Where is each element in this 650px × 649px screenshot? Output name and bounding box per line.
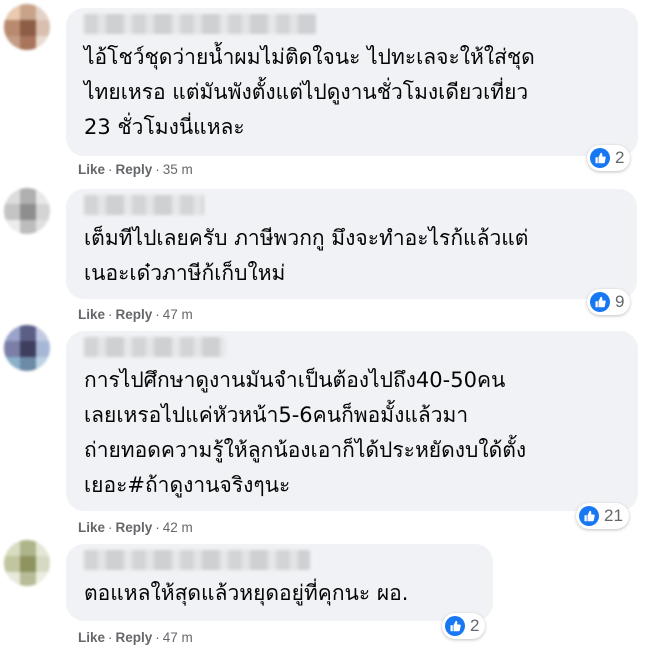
like-reaction-icon [590, 148, 610, 168]
timestamp[interactable]: 42 m [163, 520, 193, 535]
commenter-name-blurred[interactable] [84, 14, 316, 34]
commenter-name-blurred[interactable] [84, 195, 204, 215]
like-link[interactable]: Like [78, 307, 105, 322]
like-link[interactable]: Like [78, 162, 105, 177]
like-reaction-icon [579, 506, 599, 526]
avatar[interactable] [4, 4, 50, 50]
comment-bubble: ไอ้โชว์ชุดว่ายน้ำผมไม่ติดใจนะ ไปทะเลจะให… [66, 8, 638, 156]
reaction-count: 9 [615, 292, 625, 311]
like-reaction-icon [590, 292, 610, 312]
avatar[interactable] [4, 325, 50, 371]
reaction-count-badge[interactable]: 21 [576, 503, 629, 529]
comment-bubble: เต็มทีไปเลยครับ ภาษีพวกกู มึงจะทำอะไรก้แ… [66, 189, 637, 299]
commenter-name-blurred[interactable] [84, 337, 226, 357]
reaction-count-badge[interactable]: 9 [587, 289, 631, 315]
timestamp[interactable]: 47 m [163, 307, 193, 322]
comment-text: การไปศึกษาดูงานมันจำเป็นต้องไปถึง40-50คน… [84, 368, 527, 497]
reply-link[interactable]: Reply [116, 307, 153, 322]
comment-text: ตอแหลให้สุดแล้วหยุดอยู่ที่คุกนะ ผอ. [84, 581, 409, 605]
comment-text: เต็มทีไปเลยครับ ภาษีพวกกู มึงจะทำอะไรก้แ… [84, 226, 529, 285]
comment-bubble: การไปศึกษาดูงานมันจำเป็นต้องไปถึง40-50คน… [66, 331, 638, 511]
like-link[interactable]: Like [78, 520, 105, 535]
comment-actions: Like · Reply · 47 m [78, 307, 193, 322]
comment-actions: Like · Reply · 47 m [78, 630, 193, 645]
avatar[interactable] [4, 188, 50, 234]
reaction-count-badge[interactable]: 2 [442, 613, 486, 639]
reaction-count: 21 [604, 506, 623, 525]
comment-text: ไอ้โชว์ชุดว่ายน้ำผมไม่ติดใจนะ ไปทะเลจะให… [84, 45, 535, 139]
comment-actions: Like · Reply · 35 m [78, 162, 193, 177]
reply-link[interactable]: Reply [116, 630, 153, 645]
comment-bubble: ตอแหลให้สุดแล้วหยุดอยู่ที่คุกนะ ผอ. [66, 544, 493, 621]
reaction-count-badge[interactable]: 2 [587, 145, 631, 171]
comment-actions: Like · Reply · 42 m [78, 520, 193, 535]
timestamp[interactable]: 35 m [163, 162, 193, 177]
commenter-name-blurred[interactable] [84, 550, 310, 570]
avatar[interactable] [4, 540, 50, 586]
like-reaction-icon [445, 616, 465, 636]
reply-link[interactable]: Reply [116, 162, 153, 177]
reaction-count: 2 [470, 616, 480, 635]
timestamp[interactable]: 47 m [163, 630, 193, 645]
reply-link[interactable]: Reply [116, 520, 153, 535]
like-link[interactable]: Like [78, 630, 105, 645]
reaction-count: 2 [615, 148, 625, 167]
